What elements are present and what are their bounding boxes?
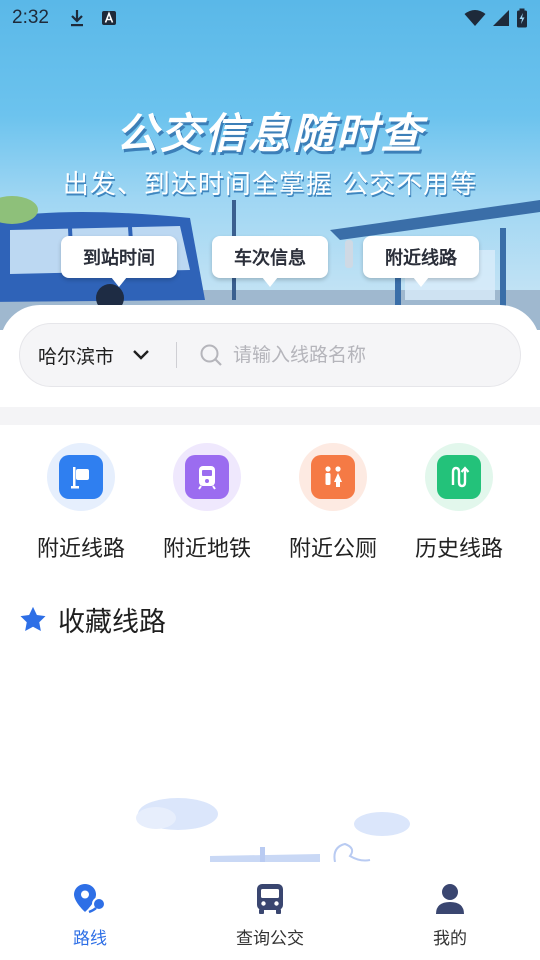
quick-label: 附近线路 [36, 537, 125, 562]
route-search-input[interactable] [233, 344, 494, 366]
tab-routes[interactable]: 路线 [0, 862, 180, 960]
quick-icon-bg [173, 443, 241, 511]
search-divider [176, 342, 178, 368]
tab-bus-query[interactable]: 查询公交 [180, 862, 360, 960]
quick-label: 历史线路 [414, 537, 503, 562]
hero-banner: 2:32 公交信息随时查 出发、到达时间全掌握 公交不用等 到站时间 车次信息 … [0, 0, 540, 330]
quick-icon-bg [425, 443, 493, 511]
quick-icon-bg [47, 443, 115, 511]
quick-label: 附近地铁 [162, 537, 251, 562]
quick-history-routes[interactable]: 历史线路 [396, 443, 522, 563]
user-icon [436, 884, 464, 914]
download-icon [70, 10, 83, 27]
tab-label: 查询公交 [236, 929, 304, 949]
route-pin-icon [74, 884, 106, 914]
banner-headline: 公交信息随时查 [115, 109, 424, 158]
chip-arrival-time: 到站时间 [61, 236, 177, 287]
search-bar: 哈尔滨市 [19, 323, 521, 387]
chevron-down-icon[interactable] [132, 349, 150, 361]
restroom-icon [311, 455, 355, 499]
quick-label: 附近公厕 [288, 537, 377, 562]
favorites-header: 收藏线路 [18, 600, 166, 639]
quick-icon-bg [299, 443, 367, 511]
banner-subheadline: 出发、到达时间全掌握 公交不用等 [62, 170, 478, 200]
subway-icon [185, 455, 229, 499]
tab-mine[interactable]: 我的 [360, 862, 540, 960]
signal-icon [493, 10, 509, 26]
quick-nearby-restroom[interactable]: 附近公厕 [270, 443, 396, 563]
tab-label: 我的 [433, 929, 467, 949]
search-icon [200, 344, 222, 366]
content-sheet [0, 305, 540, 865]
chip-nearby-routes: 附近线路 [363, 236, 479, 287]
status-bar: 2:32 [0, 0, 540, 36]
star-icon [20, 606, 46, 631]
section-divider [0, 407, 540, 425]
status-time: 2:32 [12, 7, 49, 28]
wifi-icon [464, 10, 486, 26]
quick-nearby-routes[interactable]: 附近线路 [18, 443, 144, 563]
city-selector[interactable]: 哈尔滨市 [38, 342, 114, 369]
favorites-title: 收藏线路 [58, 607, 166, 638]
bus-icon [257, 884, 283, 914]
bottom-tab-bar: 路线 查询公交 我的 [0, 862, 540, 960]
battery-icon [517, 8, 527, 28]
chip-trip-info: 车次信息 [212, 236, 328, 287]
history-route-icon [437, 455, 481, 499]
tab-label: 路线 [73, 929, 107, 949]
empty-state-illustration [136, 798, 410, 862]
flag-icon [59, 455, 103, 499]
text-a-icon [101, 11, 116, 25]
quick-nearby-subway[interactable]: 附近地铁 [144, 443, 270, 563]
